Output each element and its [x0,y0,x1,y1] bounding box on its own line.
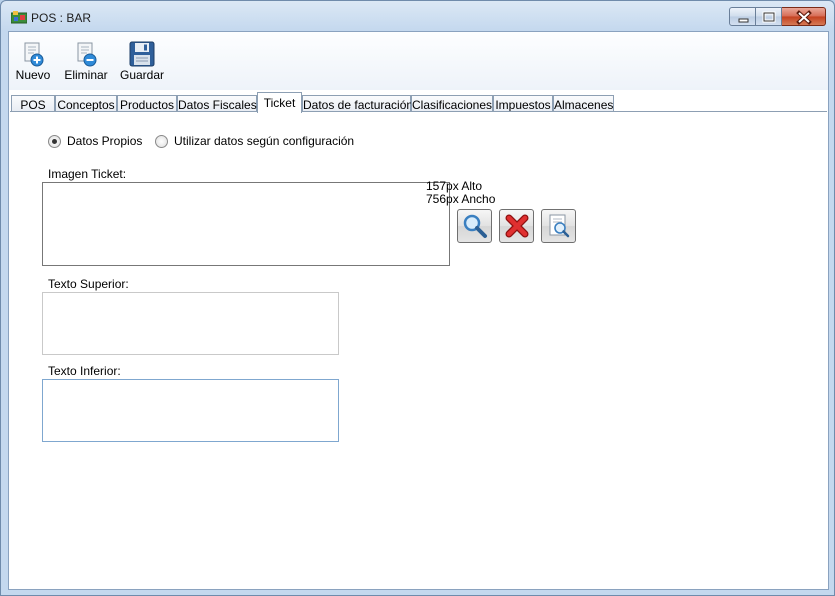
window: POS : BAR Nuevo Eliminar Guardar POS Con… [0,0,835,596]
texto-inferior-label: Texto Inferior: [48,364,121,378]
radio-indicator-checked [48,134,61,148]
tab-label: Impuestos [495,98,551,112]
guardar-label: Guardar [119,68,165,82]
floppy-disk-icon [129,41,155,67]
browse-image-button[interactable] [457,209,492,243]
tab-label: POS [20,98,46,112]
radio-datos-propios[interactable]: Datos Propios [48,134,142,148]
tab-label: Productos [119,98,175,112]
remove-image-button[interactable] [499,209,534,243]
window-title: POS : BAR [31,11,92,25]
red-x-icon [505,214,528,238]
radio-utilizar-configuracion-label: Utilizar datos según configuración [174,134,355,148]
tab-label: Clasificaciones [412,98,493,112]
ticket-tab-panel: Datos Propios Utilizar datos según confi… [10,111,827,589]
radio-utilizar-configuracion[interactable]: Utilizar datos según configuración [155,134,354,148]
tab-label: Conceptos [57,98,115,112]
title-bar[interactable]: POS : BAR [1,1,834,33]
app-icon [11,11,27,24]
image-width-text: 756px Ancho [426,192,496,206]
texto-superior-textarea[interactable] [42,292,339,355]
tab-label: Datos Fiscales [178,98,257,112]
tab-label: Datos de facturación [303,98,414,112]
eliminar-label: Eliminar [64,68,108,82]
preview-image-button[interactable] [541,209,576,243]
image-dimensions: 157px Alto 756px Ancho [426,180,495,206]
radio-indicator [155,134,168,148]
guardar-button[interactable]: Guardar [119,36,165,86]
close-button[interactable] [782,7,826,26]
eliminar-button[interactable]: Eliminar [61,36,111,86]
texto-superior-label: Texto Superior: [48,277,129,291]
tab-ticket[interactable]: Ticket [257,92,302,113]
tab-strip: POS Conceptos Productos Datos Fiscales T… [9,92,828,113]
maximize-icon [762,11,776,23]
maximize-button[interactable] [756,7,782,26]
radio-datos-propios-label: Datos Propios [67,134,143,148]
close-icon [796,10,812,25]
magnifier-icon [463,214,487,238]
nuevo-label: Nuevo [15,68,51,82]
tab-label: Almacenes [554,98,614,112]
toolbar: Nuevo Eliminar Guardar [9,32,828,90]
minimize-icon [738,18,749,23]
new-document-icon [24,42,44,67]
texto-inferior-textarea[interactable] [42,379,339,442]
nuevo-button[interactable]: Nuevo [13,36,53,86]
client-area: Nuevo Eliminar Guardar POS Conceptos Pro… [8,31,829,590]
tab-label: Ticket [263,96,296,110]
imagen-ticket-box[interactable] [42,182,450,266]
delete-document-icon [77,42,97,67]
minimize-button[interactable] [729,7,756,26]
window-controls [729,7,826,27]
page-preview-icon [549,214,569,238]
imagen-ticket-label: Imagen Ticket: [48,167,127,181]
